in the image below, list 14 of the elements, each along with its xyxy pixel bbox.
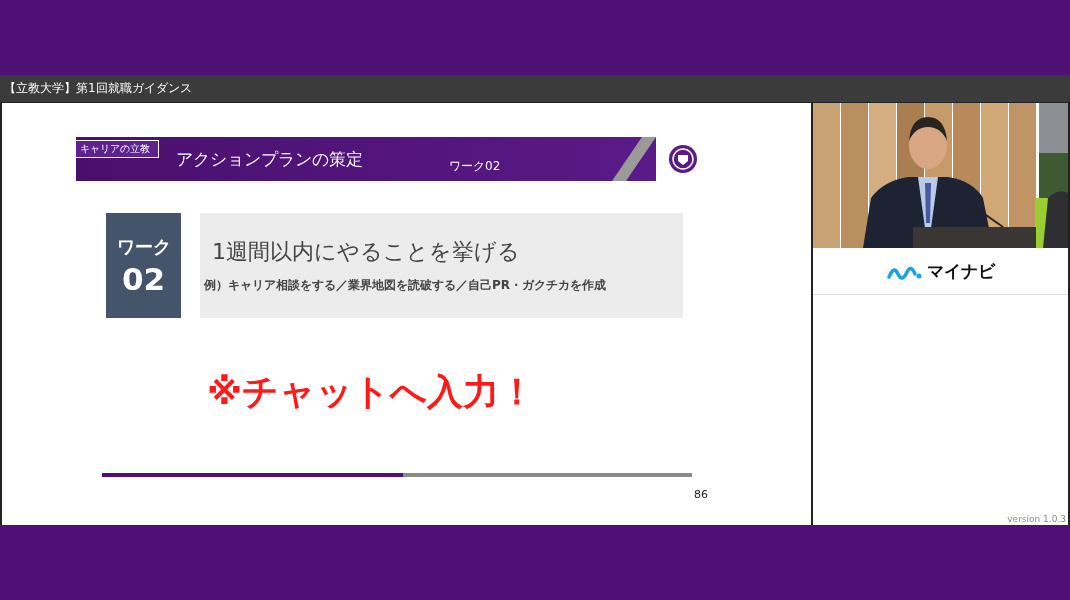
window-title: 【立教大学】第1回就職ガイダンス	[4, 80, 192, 97]
slide-subtitle: ワーク02	[449, 157, 501, 175]
diagonal-stripe-icon	[612, 137, 656, 181]
callout-text: ※チャットへ入力！	[207, 370, 535, 414]
page-number: 86	[694, 488, 708, 501]
seal-icon	[668, 144, 698, 174]
work-label: ワーク	[116, 234, 171, 259]
slide-tag: キャリアの立教	[76, 140, 159, 158]
work-number: 02	[121, 260, 166, 297]
work-example: 例）キャリア相談をする／業界地図を読破する／自己PR・ガクチカを作成	[204, 277, 608, 294]
work-heading: 1週間以内にやることを挙げる	[212, 238, 521, 266]
slide-title: アクションプランの策定	[176, 147, 363, 171]
version-text: version 1.0.3	[1007, 514, 1067, 525]
sponsor-name: マイナビ	[926, 259, 995, 283]
